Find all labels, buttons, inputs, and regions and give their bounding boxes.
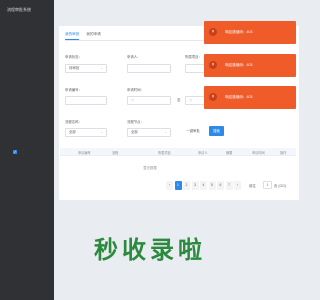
- watermark-brand: 秒收录啦: [94, 236, 206, 264]
- sidebar-title: 流程审批系统: [7, 7, 31, 12]
- tab-my-approvals[interactable]: 我的审批: [65, 32, 80, 40]
- column-header: 申请编号: [78, 151, 91, 155]
- close-circle-icon: ×: [209, 93, 217, 101]
- chevron-down-icon: ⌄: [164, 130, 167, 134]
- error-toast: × 响应错误码：403: [204, 86, 296, 109]
- column-header: 摘要: [226, 151, 233, 155]
- column-header: 申请时间: [252, 151, 265, 155]
- next-page-button[interactable]: ›: [234, 181, 241, 190]
- goto-label: 前往: [249, 184, 256, 188]
- applicant-input[interactable]: [127, 64, 171, 73]
- page-button[interactable]: 3: [191, 181, 199, 190]
- column-header: 操作: [280, 151, 287, 155]
- goto-page-input[interactable]: 1: [263, 181, 272, 189]
- prev-page-button[interactable]: ‹: [166, 181, 173, 190]
- error-toast: × 响应错误码：403: [204, 54, 296, 77]
- application-no-input[interactable]: [65, 96, 107, 105]
- applicant-label: 申请人：: [127, 55, 141, 59]
- page-button[interactable]: 7: [225, 181, 233, 190]
- column-header: 所属项目: [158, 151, 171, 155]
- chevron-down-icon: ⌄: [100, 66, 103, 70]
- page-button[interactable]: 4: [200, 181, 207, 190]
- table-header: 申请编号 流程 所属项目 申请人 摘要 申请时间 操作: [60, 148, 296, 156]
- calendar-icon: ◷: [131, 98, 134, 102]
- search-button[interactable]: 搜索: [209, 126, 224, 136]
- page-button[interactable]: 1: [174, 181, 182, 190]
- tab-my-applications[interactable]: 我的申请: [86, 32, 100, 40]
- toast-message: 响应错误码：403: [225, 63, 253, 67]
- apply-time-label: 申请时间：: [127, 88, 144, 92]
- column-header: 流程: [112, 151, 119, 155]
- toast-message: 响应错误码：403: [225, 30, 253, 34]
- check-icon: ✓: [13, 149, 17, 154]
- date-range-separator: 至: [177, 98, 181, 102]
- empty-state: 暂无数据: [143, 166, 157, 170]
- pagination: ‹ 1 2 3 4 5 6 7 ›: [166, 181, 243, 190]
- batch-approve-button[interactable]: 一键审批: [184, 127, 202, 135]
- close-circle-icon: ×: [209, 28, 217, 36]
- approval-panel: 我的审批 我的申请 申请状态： 待审批 ⌄ 申请人： 所属项目： 申请编号： 申…: [59, 26, 299, 200]
- column-header: 申请人: [198, 151, 208, 155]
- process-node-label: 流程节点：: [127, 120, 144, 124]
- status-value: 待审批: [69, 66, 80, 70]
- goto-suffix: 页 (GO): [274, 184, 286, 188]
- page-button[interactable]: 6: [217, 181, 224, 190]
- close-circle-icon: ×: [209, 61, 217, 69]
- tab-bar: 我的审批 我的申请: [65, 32, 108, 40]
- error-toast: × 响应错误码：403: [204, 21, 296, 44]
- page-button[interactable]: 2: [183, 181, 190, 190]
- chevron-down-icon: ⌄: [100, 130, 103, 134]
- project-label: 所属项目：: [185, 55, 202, 59]
- status-select[interactable]: 待审批 ⌄: [65, 64, 107, 73]
- apply-time-start[interactable]: ◷: [127, 96, 171, 105]
- application-no-label: 申请编号：: [65, 88, 82, 92]
- process-node-select[interactable]: 全部 ⌄: [127, 128, 171, 137]
- status-label: 申请状态：: [65, 55, 82, 59]
- process-name-label: 流程名称：: [65, 120, 82, 124]
- calendar-icon: ◷: [189, 98, 192, 102]
- toast-message: 响应错误码：403: [225, 95, 253, 99]
- process-name-select[interactable]: 全部 ⌄: [65, 128, 107, 137]
- page-button[interactable]: 5: [208, 181, 216, 190]
